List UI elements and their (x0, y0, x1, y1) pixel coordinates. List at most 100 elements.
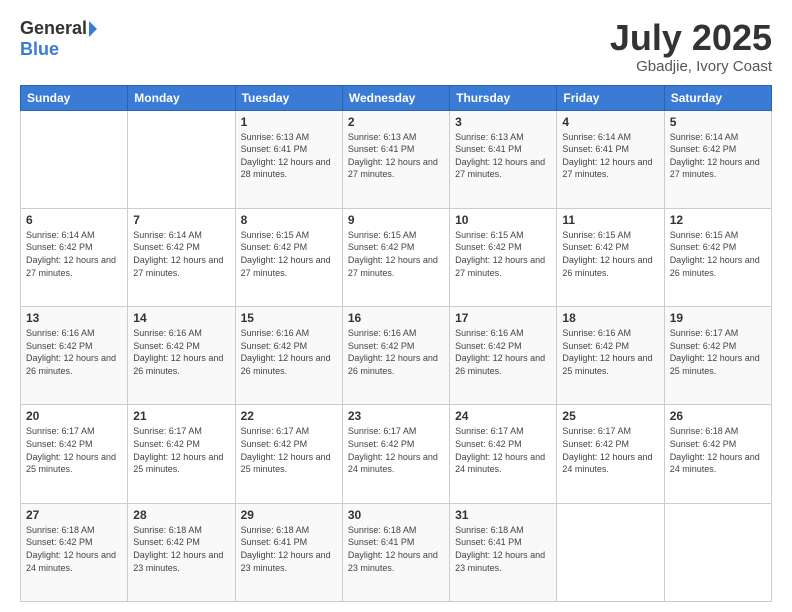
day-sunset: Sunset: 6:41 PM (241, 144, 308, 154)
day-number: 14 (133, 311, 229, 325)
calendar-day-cell: 15 Sunrise: 6:16 AM Sunset: 6:42 PM Dayl… (235, 307, 342, 405)
day-sunrise: Sunrise: 6:15 AM (348, 230, 417, 240)
day-sunrise: Sunrise: 6:17 AM (562, 426, 631, 436)
calendar-day-cell: 6 Sunrise: 6:14 AM Sunset: 6:42 PM Dayli… (21, 208, 128, 306)
day-sunrise: Sunrise: 6:13 AM (241, 132, 310, 142)
calendar-day-cell: 29 Sunrise: 6:18 AM Sunset: 6:41 PM Dayl… (235, 503, 342, 601)
day-sunset: Sunset: 6:42 PM (348, 439, 415, 449)
day-sunset: Sunset: 6:42 PM (670, 144, 737, 154)
day-daylight: Daylight: 12 hours and 27 minutes. (348, 157, 438, 180)
calendar-day-cell: 3 Sunrise: 6:13 AM Sunset: 6:41 PM Dayli… (450, 110, 557, 208)
calendar-day-cell: 14 Sunrise: 6:16 AM Sunset: 6:42 PM Dayl… (128, 307, 235, 405)
day-number: 3 (455, 115, 551, 129)
day-sunset: Sunset: 6:42 PM (241, 439, 308, 449)
calendar-day-cell: 4 Sunrise: 6:14 AM Sunset: 6:41 PM Dayli… (557, 110, 664, 208)
day-sunrise: Sunrise: 6:17 AM (26, 426, 95, 436)
calendar-body: 1 Sunrise: 6:13 AM Sunset: 6:41 PM Dayli… (21, 110, 772, 601)
day-sunset: Sunset: 6:42 PM (241, 242, 308, 252)
day-number: 6 (26, 213, 122, 227)
day-sunset: Sunset: 6:42 PM (26, 341, 93, 351)
day-number: 30 (348, 508, 444, 522)
day-sunset: Sunset: 6:42 PM (455, 341, 522, 351)
day-daylight: Daylight: 12 hours and 26 minutes. (670, 255, 760, 278)
weekday-header-cell: Monday (128, 85, 235, 110)
calendar-day-cell: 26 Sunrise: 6:18 AM Sunset: 6:42 PM Dayl… (664, 405, 771, 503)
day-daylight: Daylight: 12 hours and 23 minutes. (133, 550, 223, 573)
day-sunset: Sunset: 6:42 PM (26, 242, 93, 252)
day-sunrise: Sunrise: 6:17 AM (455, 426, 524, 436)
day-daylight: Daylight: 12 hours and 27 minutes. (455, 255, 545, 278)
day-sunrise: Sunrise: 6:17 AM (348, 426, 417, 436)
day-number: 21 (133, 409, 229, 423)
calendar-week-row: 27 Sunrise: 6:18 AM Sunset: 6:42 PM Dayl… (21, 503, 772, 601)
day-sunrise: Sunrise: 6:17 AM (133, 426, 202, 436)
logo-blue-text: Blue (20, 39, 59, 60)
day-sunrise: Sunrise: 6:13 AM (348, 132, 417, 142)
day-daylight: Daylight: 12 hours and 24 minutes. (562, 452, 652, 475)
day-daylight: Daylight: 12 hours and 23 minutes. (348, 550, 438, 573)
day-number: 13 (26, 311, 122, 325)
day-sunrise: Sunrise: 6:18 AM (455, 525, 524, 535)
day-sunrise: Sunrise: 6:14 AM (26, 230, 95, 240)
day-sunrise: Sunrise: 6:18 AM (26, 525, 95, 535)
day-daylight: Daylight: 12 hours and 27 minutes. (562, 157, 652, 180)
calendar-day-cell: 10 Sunrise: 6:15 AM Sunset: 6:42 PM Dayl… (450, 208, 557, 306)
day-sunrise: Sunrise: 6:14 AM (562, 132, 631, 142)
day-sunset: Sunset: 6:42 PM (348, 242, 415, 252)
day-number: 24 (455, 409, 551, 423)
day-number: 28 (133, 508, 229, 522)
day-number: 8 (241, 213, 337, 227)
calendar-day-cell: 18 Sunrise: 6:16 AM Sunset: 6:42 PM Dayl… (557, 307, 664, 405)
calendar-table: SundayMondayTuesdayWednesdayThursdayFrid… (20, 85, 772, 602)
day-number: 4 (562, 115, 658, 129)
day-daylight: Daylight: 12 hours and 23 minutes. (241, 550, 331, 573)
day-daylight: Daylight: 12 hours and 24 minutes. (26, 550, 116, 573)
day-daylight: Daylight: 12 hours and 27 minutes. (241, 255, 331, 278)
calendar-day-cell: 20 Sunrise: 6:17 AM Sunset: 6:42 PM Dayl… (21, 405, 128, 503)
calendar-day-cell: 21 Sunrise: 6:17 AM Sunset: 6:42 PM Dayl… (128, 405, 235, 503)
day-number: 20 (26, 409, 122, 423)
day-number: 18 (562, 311, 658, 325)
day-sunrise: Sunrise: 6:16 AM (133, 328, 202, 338)
day-number: 17 (455, 311, 551, 325)
day-daylight: Daylight: 12 hours and 25 minutes. (26, 452, 116, 475)
day-daylight: Daylight: 12 hours and 26 minutes. (348, 353, 438, 376)
day-sunset: Sunset: 6:42 PM (562, 439, 629, 449)
day-sunrise: Sunrise: 6:15 AM (455, 230, 524, 240)
day-daylight: Daylight: 12 hours and 26 minutes. (133, 353, 223, 376)
day-daylight: Daylight: 12 hours and 25 minutes. (133, 452, 223, 475)
calendar-day-cell: 31 Sunrise: 6:18 AM Sunset: 6:41 PM Dayl… (450, 503, 557, 601)
calendar-day-cell (664, 503, 771, 601)
day-number: 5 (670, 115, 766, 129)
day-number: 10 (455, 213, 551, 227)
calendar-day-cell: 2 Sunrise: 6:13 AM Sunset: 6:41 PM Dayli… (342, 110, 449, 208)
day-number: 25 (562, 409, 658, 423)
day-sunrise: Sunrise: 6:18 AM (241, 525, 310, 535)
day-sunset: Sunset: 6:42 PM (562, 242, 629, 252)
day-number: 2 (348, 115, 444, 129)
day-daylight: Daylight: 12 hours and 26 minutes. (241, 353, 331, 376)
calendar-day-cell: 22 Sunrise: 6:17 AM Sunset: 6:42 PM Dayl… (235, 405, 342, 503)
day-sunrise: Sunrise: 6:17 AM (241, 426, 310, 436)
month-title: July 2025 (610, 18, 772, 58)
day-number: 15 (241, 311, 337, 325)
day-sunset: Sunset: 6:41 PM (348, 144, 415, 154)
day-sunset: Sunset: 6:42 PM (455, 242, 522, 252)
weekday-header-cell: Tuesday (235, 85, 342, 110)
page: General Blue July 2025 Gbadjie, Ivory Co… (0, 0, 792, 612)
day-daylight: Daylight: 12 hours and 27 minutes. (670, 157, 760, 180)
day-daylight: Daylight: 12 hours and 26 minutes. (455, 353, 545, 376)
day-number: 7 (133, 213, 229, 227)
calendar-day-cell: 9 Sunrise: 6:15 AM Sunset: 6:42 PM Dayli… (342, 208, 449, 306)
day-number: 31 (455, 508, 551, 522)
logo-general-text: General (20, 18, 87, 39)
day-sunrise: Sunrise: 6:15 AM (670, 230, 739, 240)
calendar-day-cell: 27 Sunrise: 6:18 AM Sunset: 6:42 PM Dayl… (21, 503, 128, 601)
day-daylight: Daylight: 12 hours and 25 minutes. (670, 353, 760, 376)
day-sunset: Sunset: 6:42 PM (133, 341, 200, 351)
day-sunrise: Sunrise: 6:16 AM (562, 328, 631, 338)
weekday-header-cell: Friday (557, 85, 664, 110)
day-sunrise: Sunrise: 6:18 AM (670, 426, 739, 436)
day-daylight: Daylight: 12 hours and 24 minutes. (455, 452, 545, 475)
location-title: Gbadjie, Ivory Coast (610, 58, 772, 75)
